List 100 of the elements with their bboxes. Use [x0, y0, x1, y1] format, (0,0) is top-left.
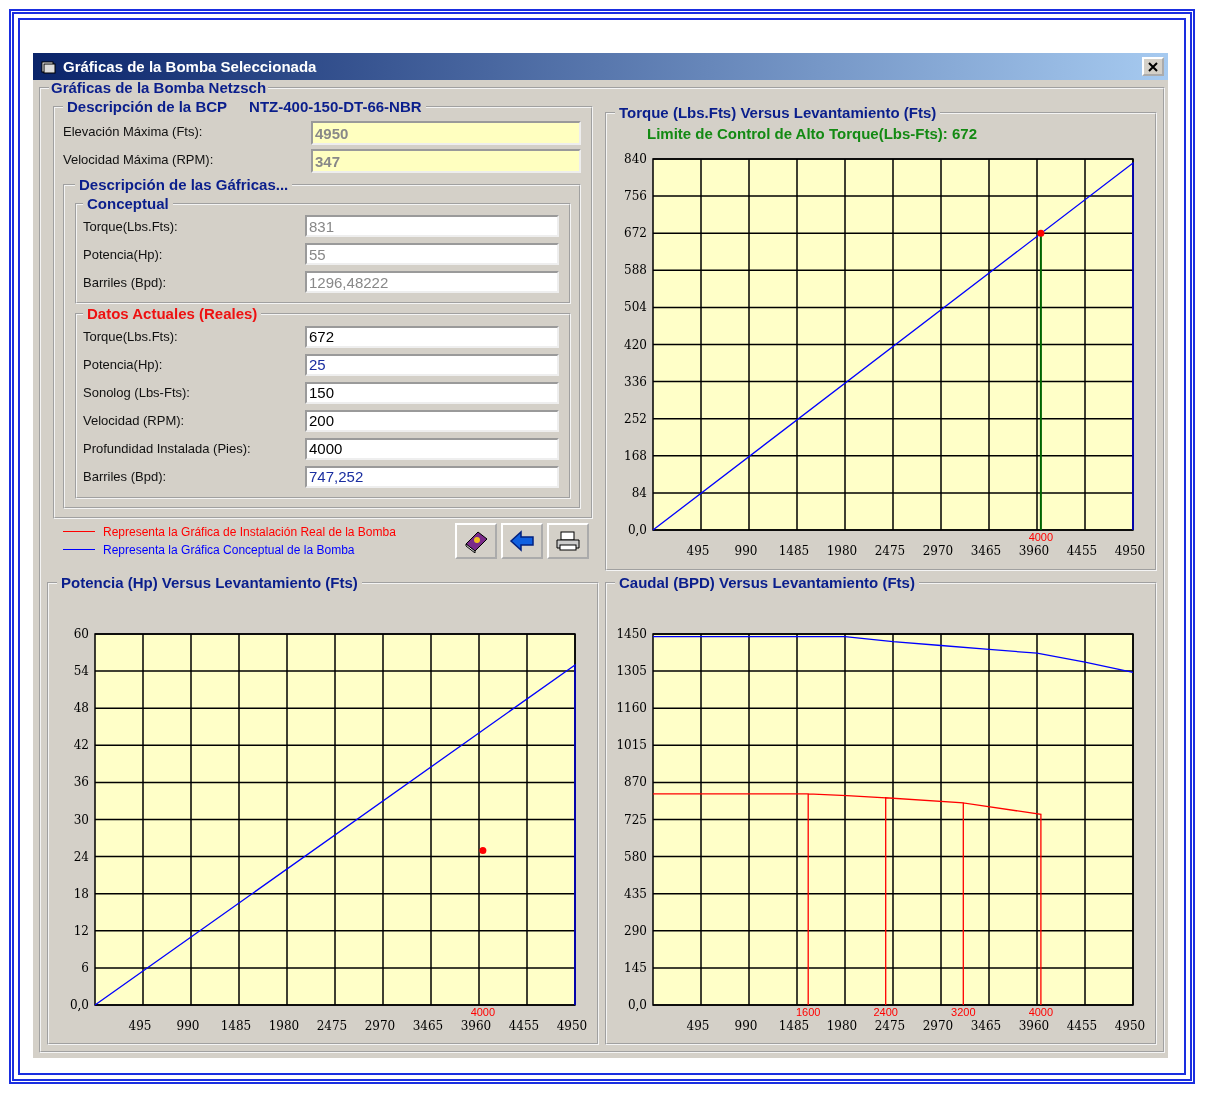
tick-label: 4455 [508, 1018, 540, 1033]
tick-label: 54 [73, 663, 89, 678]
section-title: Descripción de la BCP [67, 97, 228, 115]
field-label: Barriles (Bpd): [83, 469, 168, 484]
tick-label: 42 [73, 737, 89, 752]
tick-label: 30 [73, 812, 89, 826]
field-label: Sonolog (Lbs-Fts): [83, 385, 191, 400]
input-field[interactable]: 200 [305, 409, 559, 432]
tick-label: 1980 [826, 544, 858, 558]
input-field[interactable]: 747,252 [305, 465, 559, 488]
tick-label: 2970 [922, 1018, 954, 1033]
tick-label: 2475 [874, 1018, 906, 1033]
tick-label: 145 [624, 960, 647, 975]
marker-label: 3200 [951, 1005, 976, 1018]
tick-label: 1450 [616, 626, 647, 641]
tick-label: 18 [73, 886, 89, 901]
tick-label: 3960 [1018, 1018, 1050, 1033]
toolbar-button[interactable] [501, 522, 543, 559]
input-field[interactable]: 672 [305, 325, 559, 348]
tick-label: 435 [624, 886, 647, 901]
chart-title: Caudal (BPD) Versus Levantamiento (Fts) [618, 575, 916, 592]
tick-label: 60 [73, 626, 89, 641]
field-label: Barriles (Bpd): [83, 274, 168, 290]
tick-label: 504 [624, 300, 647, 315]
tick-label: 3465 [970, 544, 1002, 558]
input-field[interactable]: 55 [305, 243, 559, 265]
toolbar-button[interactable] [455, 522, 497, 559]
tick-label: 252 [624, 411, 647, 426]
tick-label: 3465 [412, 1018, 444, 1033]
field-label: Torque(Lbs.Fts): [83, 329, 179, 344]
tick-label: 84 [631, 485, 647, 500]
marker-label: 4000 [1028, 531, 1054, 543]
input-field[interactable]: 25 [305, 353, 559, 376]
input-field[interactable]: 1296,48222 [305, 271, 559, 293]
tick-label: 0,0 [627, 523, 647, 537]
field-label: Velocidad (RPM): [83, 413, 186, 428]
marker-label: 1600 [795, 1005, 821, 1018]
tick-label: 4950 [1114, 544, 1146, 558]
tick-label: 1980 [826, 1018, 858, 1033]
printer-icon [555, 529, 581, 552]
input-field[interactable]: 831 [305, 215, 559, 237]
tick-label: 168 [624, 448, 647, 463]
field-label: Torque(Lbs.Fts): [83, 218, 179, 234]
legend-text: Representa la Gráfica Conceptual de la Bomba [103, 542, 355, 557]
chart-title: Torque (Lbs.Fts) Versus Levantamiento (Fts) [618, 104, 938, 121]
tick-label: 420 [624, 337, 647, 352]
tick-label: 36 [73, 774, 89, 789]
tick-label: 4950 [556, 1018, 588, 1033]
input-field[interactable]: 150 [305, 381, 559, 404]
tick-label: 290 [624, 923, 647, 938]
tick-label: 1305 [616, 663, 647, 678]
tick-label: 840 [624, 152, 647, 166]
tick-label: 990 [176, 1018, 200, 1033]
marker-label: 2400 [873, 1005, 898, 1018]
tick-label: 3960 [1018, 544, 1050, 558]
tick-label: 1160 [616, 700, 647, 715]
tick-label: 588 [624, 263, 647, 278]
tick-label: 580 [624, 849, 647, 864]
tick-label: 48 [73, 700, 89, 715]
tick-label: 2970 [364, 1018, 396, 1033]
tick-label: 1485 [778, 544, 810, 558]
tick-label: 1485 [778, 1018, 810, 1033]
field-label: Potencia(Hp): [83, 246, 164, 262]
group-title: Gráficas de la Bomba Netzsch [50, 80, 268, 97]
field-label: Velocidad Máxima (RPM): [63, 151, 215, 167]
tick-label: 495 [686, 544, 710, 558]
chart-title: Potencia (Hp) Versus Levantamiento (Fts) [60, 575, 359, 592]
marker-label: 4000 [470, 1005, 496, 1018]
tick-label: 1980 [268, 1018, 300, 1033]
tick-label: 3465 [970, 1018, 1002, 1033]
field-label: Profundidad Instalada (Pies): [83, 441, 252, 456]
input-field[interactable]: 4000 [305, 437, 559, 460]
tick-label: 6 [81, 960, 89, 975]
pump-model: NTZ-400-150-DT-66-NBR [249, 97, 422, 115]
torque-limit-label: Limite de Control de Alto Torque(Lbs-Fts): 672 [647, 125, 978, 144]
section-title: Conceptual [86, 195, 170, 212]
close-button[interactable] [1142, 57, 1164, 76]
tick-label: 756 [624, 189, 647, 204]
tick-label: 495 [128, 1018, 152, 1033]
window-title: Gráficas de la Bomba Seleccionada [63, 58, 318, 75]
tick-label: 990 [734, 544, 758, 558]
tick-label: 4950 [1114, 1018, 1146, 1033]
tick-label: 2475 [316, 1018, 348, 1033]
left-arrow-icon [509, 529, 535, 552]
tick-label: 990 [734, 1018, 758, 1033]
close-icon [1148, 61, 1158, 72]
tick-label: 24 [73, 849, 89, 864]
data-point [479, 846, 487, 854]
tick-label: 336 [624, 374, 647, 389]
tick-label: 3960 [460, 1018, 492, 1033]
section-title: Datos Actuales (Reales) [86, 306, 259, 323]
field-label: Potencia(Hp): [83, 357, 164, 372]
tick-label: 870 [624, 774, 647, 789]
tick-label: 672 [624, 226, 647, 241]
tick-label: 495 [686, 1018, 710, 1033]
legend-text: Representa la Gráfica de Instalación Real de la Bomba [103, 524, 396, 539]
tick-label: 4455 [1066, 544, 1098, 558]
tick-label: 12 [73, 923, 89, 938]
marker-label: 4000 [1028, 1005, 1054, 1018]
field-label: Elevación Máxima (Fts): [63, 123, 204, 139]
